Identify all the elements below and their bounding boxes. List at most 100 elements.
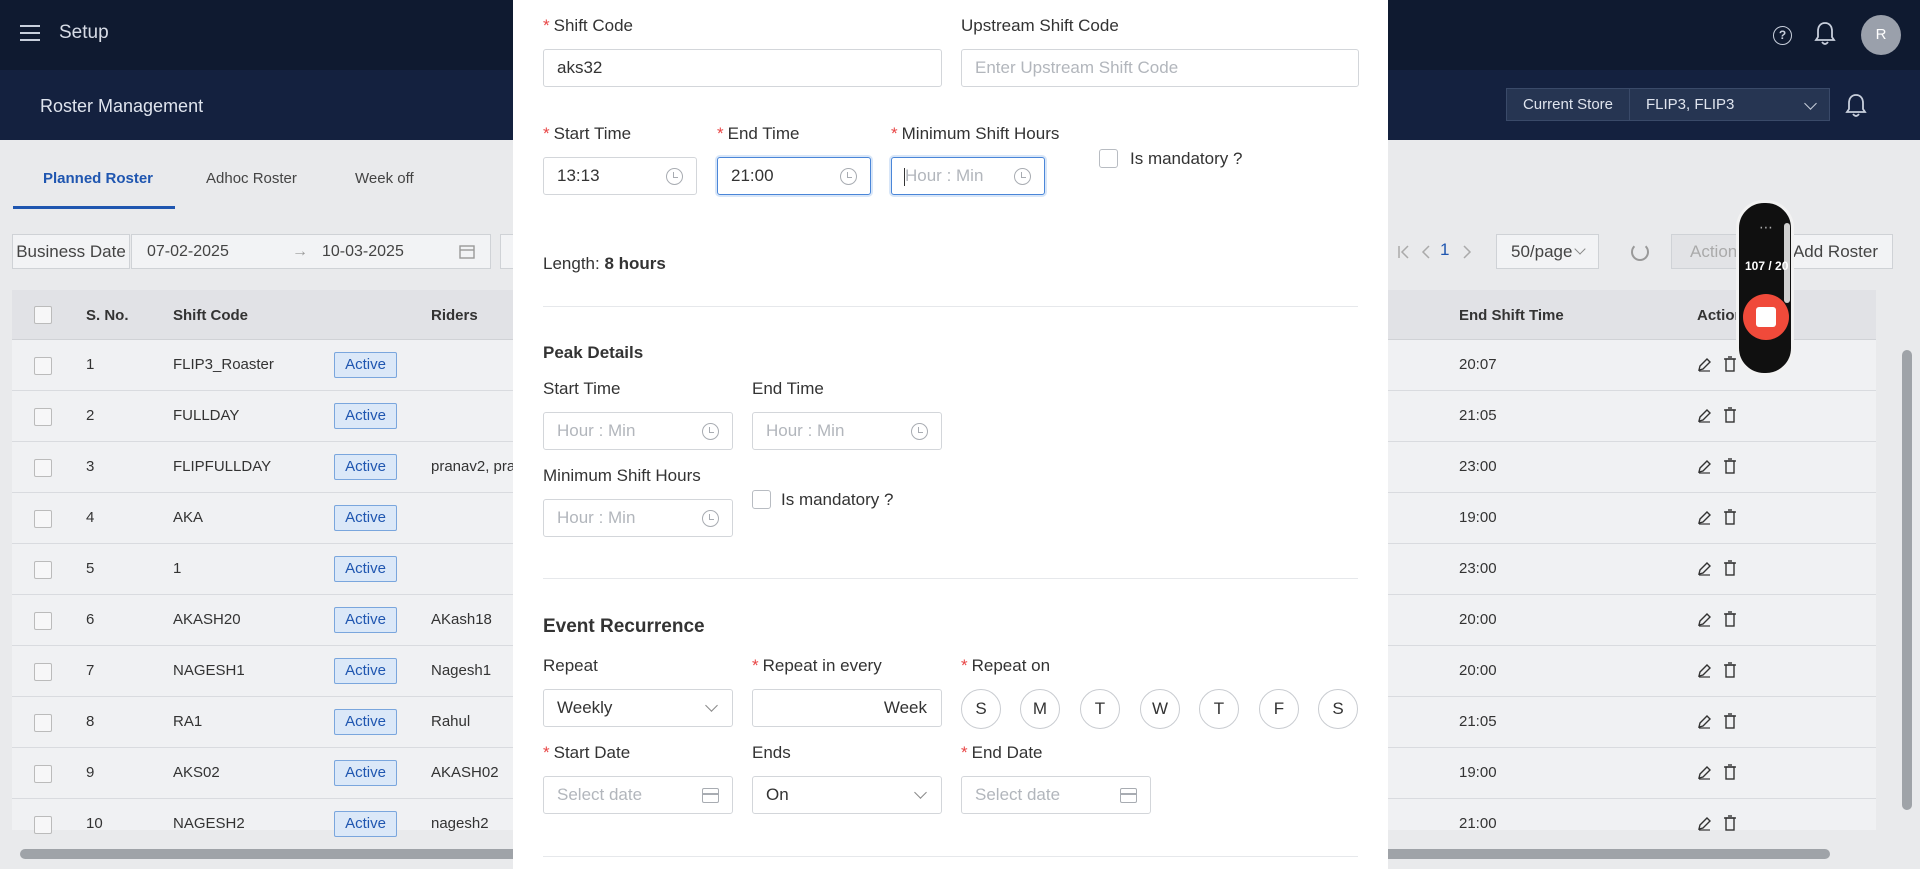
first-page-icon[interactable] bbox=[1397, 245, 1411, 259]
vertical-scrollbar[interactable] bbox=[1900, 280, 1914, 840]
row-checkbox[interactable] bbox=[34, 816, 52, 834]
row-checkbox[interactable] bbox=[34, 459, 52, 477]
next-page-icon[interactable] bbox=[1462, 245, 1472, 259]
row-shift-code: FLIPFULLDAY bbox=[173, 458, 272, 475]
row-checkbox[interactable] bbox=[34, 612, 52, 630]
row-end-shift-time: 23:00 bbox=[1459, 458, 1497, 475]
notification-bell-icon[interactable] bbox=[1814, 21, 1836, 47]
repeat-every-input[interactable]: Week bbox=[752, 689, 942, 727]
app-title: Setup bbox=[59, 22, 109, 43]
delete-icon[interactable] bbox=[1723, 662, 1737, 678]
delete-icon[interactable] bbox=[1723, 764, 1737, 780]
scroll-thumb[interactable] bbox=[1902, 350, 1912, 810]
prev-page-icon[interactable] bbox=[1421, 245, 1431, 259]
delete-icon[interactable] bbox=[1723, 560, 1737, 576]
row-sno: 9 bbox=[86, 764, 95, 781]
day-toggle-saturday[interactable]: S bbox=[1318, 689, 1358, 729]
peak-end-time-input[interactable]: Hour : Min bbox=[752, 412, 942, 450]
edit-icon[interactable] bbox=[1697, 357, 1712, 372]
divider bbox=[543, 578, 1358, 579]
edit-icon[interactable] bbox=[1697, 612, 1712, 627]
peak-end-placeholder: Hour : Min bbox=[766, 421, 845, 440]
is-mandatory-checkbox[interactable] bbox=[1099, 149, 1118, 168]
start-date-input[interactable]: Select date bbox=[543, 776, 733, 814]
delete-icon[interactable] bbox=[1723, 356, 1737, 372]
edit-icon[interactable] bbox=[1697, 765, 1712, 780]
page-size-select[interactable]: 50/page bbox=[1496, 234, 1599, 269]
ends-select[interactable]: On bbox=[752, 776, 942, 814]
min-shift-hours-input[interactable]: Hour : Min bbox=[891, 157, 1045, 195]
min-shift-hours-placeholder: Hour : Min bbox=[905, 166, 984, 185]
status-badge: Active bbox=[334, 505, 397, 531]
row-end-shift-time: 20:00 bbox=[1459, 662, 1497, 679]
day-toggle-sunday[interactable]: S bbox=[961, 689, 1001, 729]
date-range-picker[interactable]: 07-02-2025 → 10-03-2025 bbox=[131, 234, 491, 269]
delete-icon[interactable] bbox=[1723, 611, 1737, 627]
row-checkbox[interactable] bbox=[34, 357, 52, 375]
edit-icon[interactable] bbox=[1697, 714, 1712, 729]
stop-recording-button[interactable] bbox=[1743, 294, 1789, 340]
min-shift-hours-label: * Minimum Shift Hours bbox=[891, 124, 1060, 143]
delete-icon[interactable] bbox=[1723, 458, 1737, 474]
start-time-input[interactable]: 13:13 bbox=[543, 157, 697, 195]
row-end-shift-time: 19:00 bbox=[1459, 509, 1497, 526]
row-checkbox[interactable] bbox=[34, 408, 52, 426]
store-select[interactable]: FLIP3, FLIP3 bbox=[1630, 88, 1830, 121]
tab-adhoc-roster[interactable]: Adhoc Roster bbox=[206, 170, 297, 187]
row-checkbox[interactable] bbox=[34, 765, 52, 783]
is-mandatory-label: Is mandatory ? bbox=[1130, 149, 1243, 168]
day-toggle-thursday[interactable]: T bbox=[1199, 689, 1239, 729]
row-checkbox[interactable] bbox=[34, 561, 52, 579]
edit-icon[interactable] bbox=[1697, 816, 1712, 831]
end-time-value: 21:00 bbox=[731, 166, 774, 185]
help-icon[interactable]: ? bbox=[1773, 26, 1792, 45]
edit-icon[interactable] bbox=[1697, 561, 1712, 576]
edit-icon[interactable] bbox=[1697, 459, 1712, 474]
delete-icon[interactable] bbox=[1723, 815, 1737, 831]
peak-min-hours-input[interactable]: Hour : Min bbox=[543, 499, 733, 537]
row-end-shift-time: 21:05 bbox=[1459, 407, 1497, 424]
row-sno: 8 bbox=[86, 713, 95, 730]
status-badge: Active bbox=[334, 556, 397, 582]
edit-icon[interactable] bbox=[1697, 510, 1712, 525]
select-all-checkbox[interactable] bbox=[34, 306, 52, 324]
current-page[interactable]: 1 bbox=[1440, 240, 1449, 260]
peak-start-time-input[interactable]: Hour : Min bbox=[543, 412, 733, 450]
day-toggle-wednesday[interactable]: W bbox=[1140, 689, 1180, 729]
day-toggle-monday[interactable]: M bbox=[1020, 689, 1060, 729]
peak-is-mandatory-checkbox[interactable] bbox=[752, 490, 771, 509]
peak-end-time-label: End Time bbox=[752, 379, 824, 398]
delete-icon[interactable] bbox=[1723, 509, 1737, 525]
row-checkbox[interactable] bbox=[34, 663, 52, 681]
delete-icon[interactable] bbox=[1723, 713, 1737, 729]
row-riders: Nagesh1 bbox=[431, 662, 492, 679]
tab-planned-roster[interactable]: Planned Roster bbox=[43, 170, 153, 187]
user-avatar[interactable]: R bbox=[1861, 15, 1901, 55]
row-checkbox[interactable] bbox=[34, 510, 52, 528]
store-bell-icon[interactable] bbox=[1845, 93, 1867, 119]
row-checkbox[interactable] bbox=[34, 714, 52, 732]
row-shift-code: FLIP3_Roaster bbox=[173, 356, 274, 373]
day-toggle-friday[interactable]: F bbox=[1259, 689, 1299, 729]
end-time-input[interactable]: 21:00 bbox=[717, 157, 871, 195]
shift-code-input[interactable]: aks32 bbox=[543, 49, 942, 87]
upstream-shift-code-input[interactable]: Enter Upstream Shift Code bbox=[961, 49, 1359, 87]
end-date-input[interactable]: Select date bbox=[961, 776, 1151, 814]
edit-icon[interactable] bbox=[1697, 663, 1712, 678]
start-time-value: 13:13 bbox=[557, 166, 600, 185]
day-toggle-tuesday[interactable]: T bbox=[1080, 689, 1120, 729]
add-roster-button[interactable]: Add Roster bbox=[1783, 234, 1893, 269]
store-select-value: FLIP3, FLIP3 bbox=[1646, 96, 1735, 113]
edit-icon[interactable] bbox=[1697, 408, 1712, 423]
col-shift-code: Shift Code bbox=[173, 307, 248, 324]
drag-handle-icon[interactable]: ⋯ bbox=[1759, 219, 1774, 236]
repeat-select[interactable]: Weekly bbox=[543, 689, 733, 727]
tab-week-off[interactable]: Week off bbox=[355, 170, 414, 187]
peak-min-placeholder: Hour : Min bbox=[557, 508, 636, 527]
delete-icon[interactable] bbox=[1723, 407, 1737, 423]
menu-icon[interactable] bbox=[20, 25, 40, 41]
row-shift-code: AKA bbox=[173, 509, 204, 526]
calendar-icon bbox=[1120, 788, 1137, 803]
refresh-icon[interactable] bbox=[1631, 243, 1649, 261]
repeat-label: Repeat bbox=[543, 656, 598, 675]
